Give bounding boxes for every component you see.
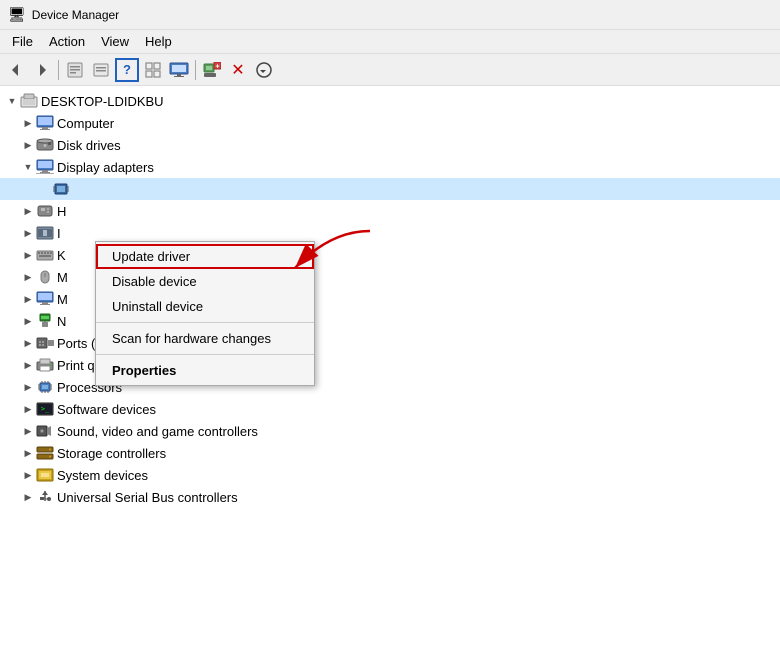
expand-icon-computer: ▶	[20, 115, 36, 131]
ide-icon	[36, 225, 54, 241]
forward-button[interactable]	[30, 58, 54, 82]
tree-item-computer[interactable]: ▶ Computer	[0, 112, 780, 134]
expand-icon-hid: ▶	[20, 203, 36, 219]
tree-item-display[interactable]: ▼ Display adapters	[0, 156, 780, 178]
expand-icon-sound: ▶	[20, 423, 36, 439]
display-icon	[36, 159, 54, 175]
expand-icon-ports: ▶	[20, 335, 36, 351]
menu-action[interactable]: Action	[41, 32, 93, 51]
storage-icon	[36, 445, 54, 461]
svg-text:>_: >_	[41, 405, 50, 413]
hid-label: H	[57, 204, 66, 219]
toolbar-btn-properties[interactable]	[63, 58, 87, 82]
expand-icon-system: ▶	[20, 467, 36, 483]
disk-label: Disk drives	[57, 138, 121, 153]
toolbar-btn-uninstall[interactable]: ✕	[226, 58, 250, 82]
toolbar: ? + ✕	[0, 54, 780, 86]
expand-icon-processors: ▶	[20, 379, 36, 395]
processor-icon	[36, 379, 54, 395]
back-button[interactable]	[4, 58, 28, 82]
mice-label: M	[57, 270, 68, 285]
tree-item-sound[interactable]: ▶ Sound, video and game controllers	[0, 420, 780, 442]
display-chip-icon	[52, 181, 70, 197]
menu-file[interactable]: File	[4, 32, 41, 51]
root-label: DESKTOP-LDIDKBU	[41, 94, 164, 109]
toolbar-btn-monitor[interactable]	[167, 58, 191, 82]
tree-item-usb[interactable]: ▶ Universal Serial Bus controllers	[0, 486, 780, 508]
ctx-disable-device[interactable]: Disable device	[96, 269, 314, 294]
tree-item-disk[interactable]: ▶ Disk drives	[0, 134, 780, 156]
expand-icon-ide: ▶	[20, 225, 36, 241]
monitor-icon	[36, 291, 54, 307]
monitors-label: M	[57, 292, 68, 307]
expand-icon-root: ▼	[4, 93, 20, 109]
system-icon	[36, 467, 54, 483]
expand-icon-software: ▶	[20, 401, 36, 417]
toolbar-btn-grid[interactable]	[141, 58, 165, 82]
ctx-sep-2	[96, 354, 314, 355]
title-bar-icon: 🖥	[8, 6, 26, 23]
ctx-properties[interactable]: Properties	[96, 358, 314, 383]
expand-icon-mice: ▶	[20, 269, 36, 285]
menu-view[interactable]: View	[93, 32, 137, 51]
title-bar-text: Device Manager	[32, 8, 119, 22]
mouse-icon	[36, 269, 54, 285]
toolbar-sep-1	[58, 60, 59, 80]
tree-item-storage[interactable]: ▶ Storage controllers	[0, 442, 780, 464]
ctx-sep-1	[96, 322, 314, 323]
sound-label: Sound, video and game controllers	[57, 424, 258, 439]
expand-icon-storage: ▶	[20, 445, 36, 461]
print-icon	[36, 357, 54, 373]
toolbar-btn-download[interactable]	[252, 58, 276, 82]
keyboard-icon	[36, 247, 54, 263]
computer-label: Computer	[57, 116, 114, 131]
network-label: N	[57, 314, 66, 329]
disk-icon	[36, 137, 54, 153]
toolbar-sep-2	[195, 60, 196, 80]
hid-icon	[36, 203, 54, 219]
context-menu: Update driver Disable device Uninstall d…	[95, 241, 315, 386]
software-icon: >_	[36, 401, 54, 417]
svg-text:+: +	[215, 63, 219, 70]
storage-label: Storage controllers	[57, 446, 166, 461]
keyboards-label: K	[57, 248, 66, 263]
tree-item-software[interactable]: ▶ >_ Software devices	[0, 398, 780, 420]
usb-label: Universal Serial Bus controllers	[57, 490, 238, 505]
expand-icon-keyboards: ▶	[20, 247, 36, 263]
ctx-scan-changes[interactable]: Scan for hardware changes	[96, 326, 314, 351]
tree-item-system[interactable]: ▶ System devices	[0, 464, 780, 486]
expand-icon-display-child	[36, 181, 52, 197]
sound-icon	[36, 423, 54, 439]
system-label: System devices	[57, 468, 148, 483]
ctx-uninstall-device[interactable]: Uninstall device	[96, 294, 314, 319]
expand-icon-disk: ▶	[20, 137, 36, 153]
ports-icon	[36, 335, 54, 351]
root-icon	[20, 93, 38, 109]
expand-icon-display: ▼	[20, 159, 36, 175]
tree-item-hid[interactable]: ▶ H	[0, 200, 780, 222]
toolbar-btn-list[interactable]	[89, 58, 113, 82]
title-bar: 🖥 Device Manager	[0, 0, 780, 30]
menu-bar: File Action View Help	[0, 30, 780, 54]
main-content[interactable]: ▼ DESKTOP-LDIDKBU ▶ Computer ▶	[0, 86, 780, 648]
toolbar-btn-help[interactable]: ?	[115, 58, 139, 82]
expand-icon-network: ▶	[20, 313, 36, 329]
toolbar-btn-add[interactable]: +	[200, 58, 224, 82]
menu-help[interactable]: Help	[137, 32, 180, 51]
expand-icon-usb: ▶	[20, 489, 36, 505]
tree-root[interactable]: ▼ DESKTOP-LDIDKBU	[0, 90, 780, 112]
network-icon	[36, 313, 54, 329]
computer-icon	[36, 115, 54, 131]
tree-item-display-child[interactable]	[0, 178, 780, 200]
expand-icon-print: ▶	[20, 357, 36, 373]
ide-label: I	[57, 226, 61, 241]
ctx-update-driver[interactable]: Update driver	[96, 244, 314, 269]
usb-icon	[36, 489, 54, 505]
display-label: Display adapters	[57, 160, 154, 175]
expand-icon-monitors: ▶	[20, 291, 36, 307]
software-label: Software devices	[57, 402, 156, 417]
